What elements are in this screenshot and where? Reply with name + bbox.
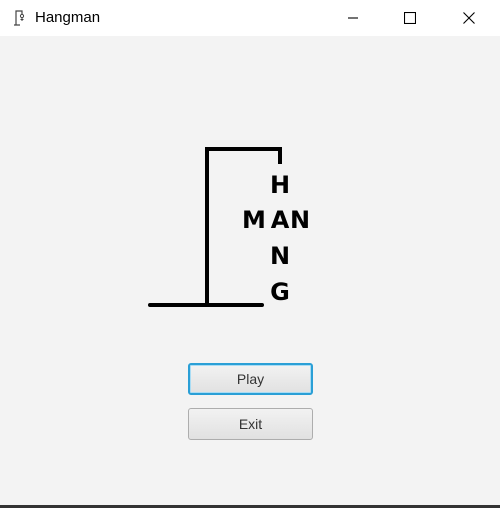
logo-letter-n-horizontal: N xyxy=(290,206,310,234)
exit-button[interactable]: Exit xyxy=(188,408,313,440)
title-bar: Hangman xyxy=(0,0,500,36)
window-title: Hangman xyxy=(35,9,101,26)
maximize-button[interactable] xyxy=(387,0,433,36)
play-button[interactable]: Play xyxy=(188,363,313,395)
logo-letter-h: H xyxy=(270,171,290,199)
app-icon xyxy=(10,9,28,27)
minimize-button[interactable] xyxy=(330,0,376,36)
logo-letter-g: G xyxy=(270,278,290,306)
logo-letter-a: A xyxy=(271,206,290,234)
minimize-icon xyxy=(348,17,358,19)
close-icon xyxy=(463,12,475,24)
maximize-icon xyxy=(404,12,416,24)
hangman-logo: H M A N N G xyxy=(148,147,310,307)
logo-letter-n: N xyxy=(270,242,290,270)
close-button[interactable] xyxy=(446,0,492,36)
logo-letter-m: M xyxy=(242,206,266,234)
